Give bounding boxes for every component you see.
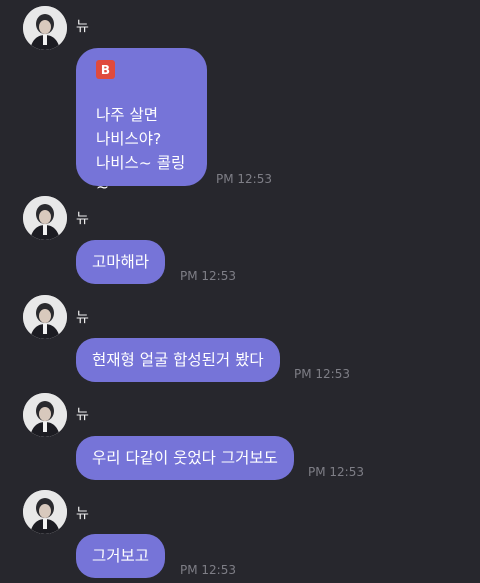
b-badge-icon: B: [96, 60, 115, 79]
message-line: 나비스야?: [96, 130, 162, 148]
timestamp: PM 12:53: [216, 172, 272, 186]
message-bubble[interactable]: 우리 다같이 웃었다 그거보도: [76, 436, 294, 480]
sender-name: 뉴: [76, 407, 89, 423]
message-text: 고마해라: [92, 253, 150, 271]
sender-name: 뉴: [76, 211, 89, 227]
timestamp: PM 12:53: [294, 367, 350, 381]
message-line: 나비스~ 콜링~: [96, 154, 186, 196]
avatar[interactable]: [23, 490, 67, 534]
timestamp: PM 12:53: [308, 465, 364, 479]
message-text: 현재형 얼굴 합성된거 봤다: [92, 351, 264, 369]
avatar[interactable]: [23, 6, 67, 50]
avatar[interactable]: [23, 295, 67, 339]
message-bubble[interactable]: 고마해라: [76, 240, 166, 284]
sender-name: 뉴: [76, 310, 89, 326]
message-text: 그거보고: [92, 547, 150, 565]
avatar[interactable]: [23, 196, 67, 240]
sender-name: 뉴: [76, 506, 89, 522]
timestamp: PM 12:53: [180, 563, 236, 577]
message-text: 우리 다같이 웃었다 그거보도: [92, 449, 278, 467]
message-bubble[interactable]: 그거보고: [76, 534, 166, 578]
message-bubble[interactable]: 현재형 얼굴 합성된거 봤다: [76, 338, 280, 382]
message-bubble[interactable]: B 나주 살면 나비스야? 나비스~ 콜링~: [76, 48, 207, 196]
timestamp: PM 12:53: [180, 269, 236, 283]
avatar[interactable]: [23, 393, 67, 437]
message-line: 나주 살면: [96, 106, 158, 124]
sender-name: 뉴: [76, 19, 89, 35]
